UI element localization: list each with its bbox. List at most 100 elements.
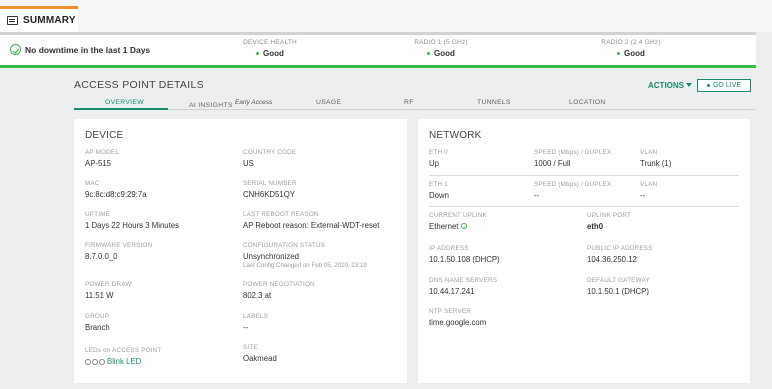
- tab-usage[interactable]: USAGE: [316, 99, 341, 106]
- dns-value: 10.44.17.241: [429, 287, 475, 296]
- tab-location[interactable]: LOCATION: [569, 99, 606, 106]
- tab-ai-insights[interactable]: AI INSIGHTS Early Access: [189, 99, 272, 109]
- serial-value: CNH6KD51QY: [243, 190, 295, 199]
- gateway-value: 10.1.50.1 (DHCP): [587, 287, 649, 296]
- eth0-vlan-label: VLAN: [640, 149, 658, 156]
- labels-field: LABELS --: [243, 313, 268, 332]
- group-label: GROUP: [85, 313, 110, 320]
- summary-tab[interactable]: SUMMARY: [0, 6, 78, 32]
- site-label: SITE: [243, 344, 258, 351]
- uplink-status-icon: [461, 223, 468, 229]
- dns-label: DNS NAME SERVERS: [429, 277, 498, 284]
- status-dot-icon: [256, 52, 260, 56]
- eth0-vlan-field: VLAN Trunk (1): [640, 149, 671, 168]
- country-code-field: COUNTRY CODE US: [243, 149, 296, 168]
- group-value: Branch: [85, 323, 110, 332]
- eth1-speed-label: SPEED (Mbps) / DUPLEX: [534, 181, 612, 188]
- tab-tunnels[interactable]: TUNNELS: [477, 99, 511, 106]
- summary-list-icon: [7, 16, 18, 25]
- eth1-vlan-field: VLAN --: [640, 181, 657, 200]
- go-live-button[interactable]: GO LIVE: [697, 79, 751, 92]
- divider: [429, 175, 739, 176]
- go-live-label: GO LIVE: [712, 82, 741, 89]
- radio1-value: Good: [434, 49, 455, 58]
- tab-ai-insights-label: AI INSIGHTS: [189, 102, 233, 109]
- power-negotiation-label: POWER NEGOTIATION: [243, 281, 315, 288]
- config-status-sub: Last Config Changed on Feb 05, 2020, 23:…: [243, 262, 367, 269]
- power-draw-field: POWER DRAW 11.51 W: [85, 281, 132, 300]
- eth1-value: Down: [429, 191, 449, 200]
- country-code-label: COUNTRY CODE: [243, 149, 297, 156]
- led-circle-icon: [92, 359, 98, 365]
- active-tab-indicator: [74, 108, 168, 110]
- device-health-title: DEVICE HEALTH: [243, 39, 297, 46]
- leds-control[interactable]: Blink LED: [85, 357, 161, 366]
- firmware-label: FIRMWARE VERSION: [85, 242, 153, 249]
- public-ip-field: PUBLIC IP ADDRESS 104.36.250.12: [587, 245, 653, 264]
- divider: [429, 206, 739, 207]
- country-code-value: US: [243, 159, 254, 168]
- public-ip-value: 104.36.250.12: [587, 255, 637, 264]
- led-circle-icon: [99, 359, 105, 365]
- eth0-value: Up: [429, 159, 439, 168]
- eth0-vlan-value: Trunk (1): [640, 159, 672, 168]
- radio1-title: RADIO 1 (5 GHz): [414, 39, 468, 46]
- tab-rf[interactable]: RF: [404, 99, 414, 106]
- ntp-value: time.google.com: [429, 318, 487, 327]
- eth0-field: ETH 0 Up: [429, 149, 448, 168]
- blink-led-link[interactable]: Blink LED: [107, 357, 141, 366]
- ap-model-field: AP MODEL AP-515: [85, 149, 119, 168]
- summary-tab-label: SUMMARY: [23, 15, 76, 26]
- top-bar: SUMMARY: [0, 0, 772, 32]
- uplink-port-field: UPLINK PORT eth0: [587, 212, 631, 231]
- uplink-port-label: UPLINK PORT: [587, 212, 632, 219]
- mac-label: MAC: [85, 180, 100, 187]
- last-reboot-label: LAST REBOOT REASON: [243, 211, 319, 218]
- actions-menu-button[interactable]: ACTIONS: [648, 81, 692, 90]
- radio2-health: RADIO 2 (2.4 GHz) Good: [571, 39, 691, 58]
- eth0-speed-value: 1000 / Full: [534, 159, 571, 168]
- current-uplink-label: CURRENT UPLINK: [429, 212, 487, 219]
- device-health-value: Good: [263, 49, 284, 58]
- firmware-field: FIRMWARE VERSION 8.7.0.0_0: [85, 242, 152, 261]
- ap-model-label: AP MODEL: [85, 149, 120, 156]
- eth1-speed-field: SPEED (Mbps) / DUPLEX --: [534, 181, 611, 200]
- ap-model-value: AP-515: [85, 159, 112, 168]
- config-status-field: CONFIGURATION STATUS Unsynchronized Last…: [243, 242, 367, 269]
- eth0-label: ETH 0: [429, 149, 448, 156]
- public-ip-label: PUBLIC IP ADDRESS: [587, 245, 653, 252]
- check-circle-icon: [10, 44, 21, 55]
- health-strip: No downtime in the last 1 Days DEVICE HE…: [0, 32, 756, 68]
- power-negotiation-value: 802.3 at: [243, 291, 272, 300]
- actions-label: ACTIONS: [648, 81, 684, 90]
- mac-field: MAC 9c:8c:d8:c9:29:7a: [85, 180, 147, 199]
- radio2-title: RADIO 2 (2.4 GHz): [601, 39, 661, 46]
- current-uplink-value: Ethernet: [429, 222, 459, 231]
- radio2-value: Good: [624, 49, 645, 58]
- uptime-field: UPTIME 1 Days 22 Hours 3 Minutes: [85, 211, 179, 230]
- uptime-label: UPTIME: [85, 211, 110, 218]
- device-health: DEVICE HEALTH Good: [210, 39, 330, 58]
- network-panel: NETWORK ETH 0 Up SPEED (Mbps) / DUPLEX 1…: [418, 119, 750, 383]
- status-dot-icon: [617, 52, 621, 56]
- serial-field: SERIAL NUMBER CNH6KD51QY: [243, 180, 297, 199]
- site-field: SITE Oakmead: [243, 344, 277, 363]
- ntp-field: NTP SERVER time.google.com: [429, 308, 486, 327]
- early-access-badge: Early Access: [234, 99, 273, 106]
- live-dot-icon: [706, 84, 710, 87]
- network-title: NETWORK: [429, 130, 482, 141]
- tab-overview[interactable]: OVERVIEW: [105, 99, 144, 106]
- ip-value: 10.1.50.108 (DHCP): [429, 255, 500, 264]
- last-reboot-field: LAST REBOOT REASON AP Reboot reason: Ext…: [243, 211, 379, 230]
- gateway-label: DEFAULT GATEWAY: [587, 277, 650, 284]
- caret-down-icon: [686, 83, 692, 87]
- power-negotiation-field: POWER NEGOTIATION 802.3 at: [243, 281, 315, 300]
- config-status-label: CONFIGURATION STATUS: [243, 242, 326, 249]
- led-circle-icon: [85, 359, 91, 365]
- mac-value: 9c:8c:d8:c9:29:7a: [85, 190, 147, 199]
- ip-label: IP ADDRESS: [429, 245, 469, 252]
- uplink-port-value: eth0: [587, 222, 604, 231]
- power-draw-label: POWER DRAW: [85, 281, 132, 288]
- dns-field: DNS NAME SERVERS 10.44.17.241: [429, 277, 497, 296]
- config-status-value: Unsynchronized: [243, 252, 299, 261]
